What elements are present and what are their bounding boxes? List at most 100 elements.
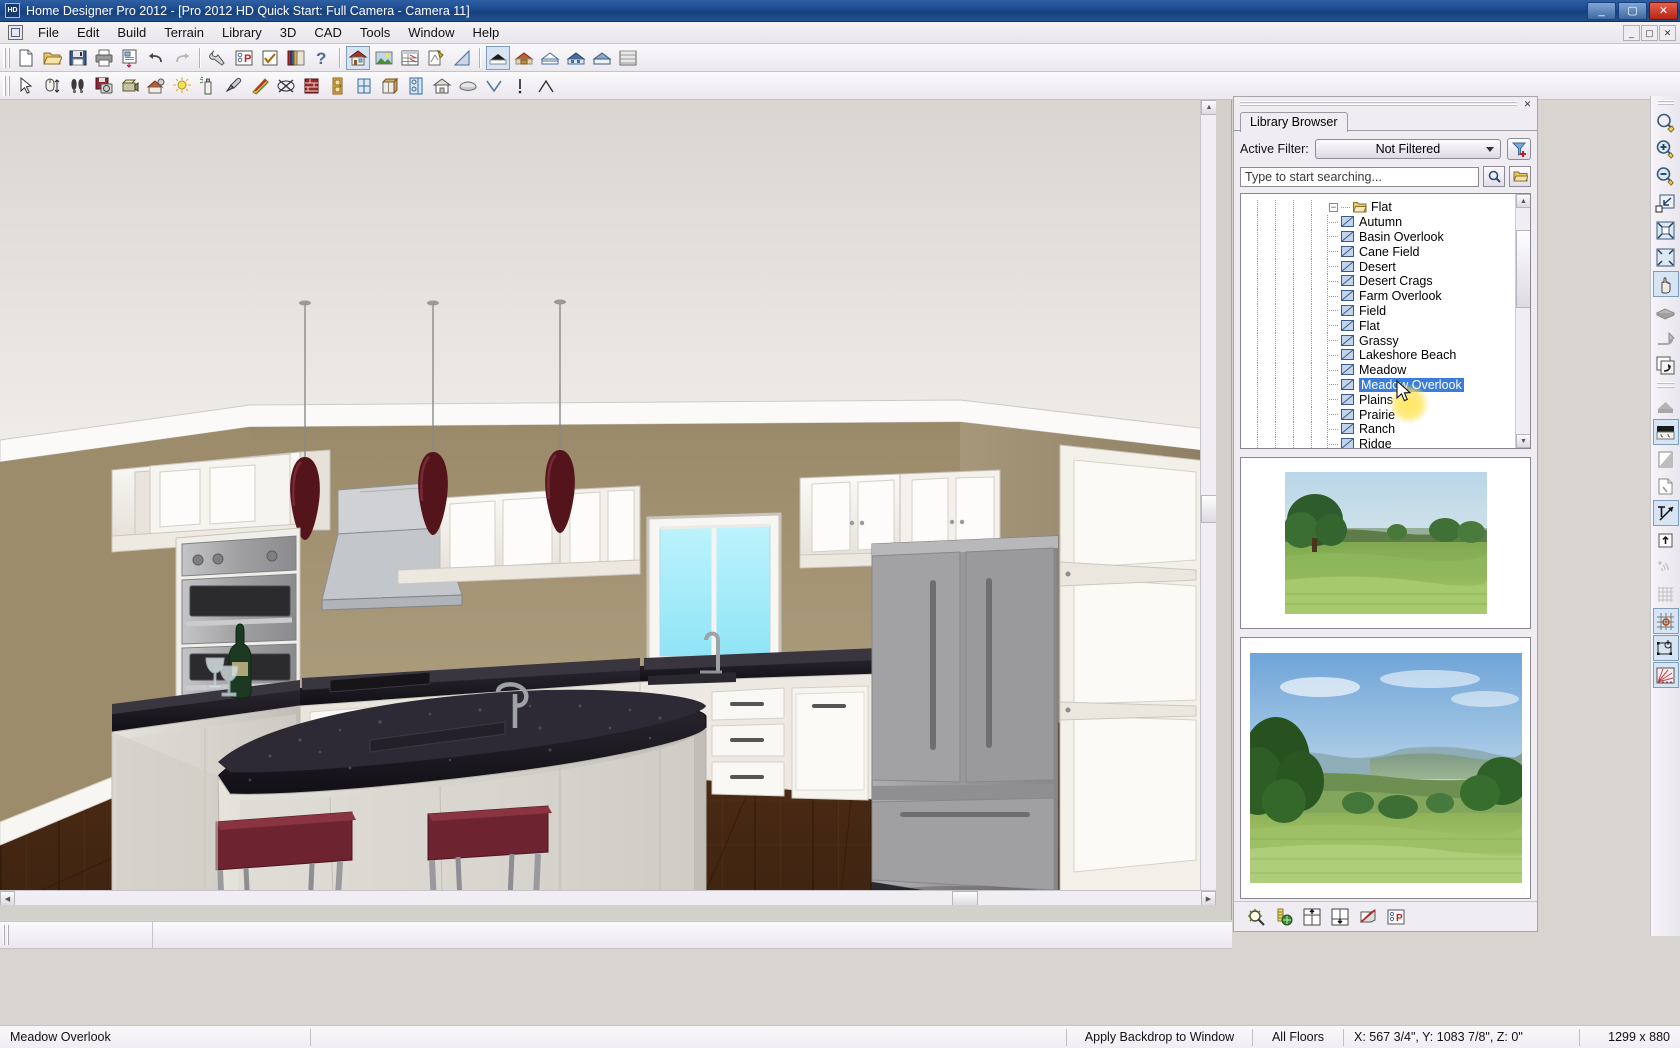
tree-scroll-down-arrow[interactable]: ▼ xyxy=(1516,434,1531,448)
rendering-technique-icon[interactable] xyxy=(118,74,142,98)
roof-plane-icon[interactable] xyxy=(482,74,506,98)
tree-item-meadow-overlook[interactable]: Meadow Overlook xyxy=(1241,378,1515,393)
tree-scroll-thumb[interactable] xyxy=(1516,230,1531,308)
adjust-sun-icon[interactable] xyxy=(144,74,168,98)
cabinet-tool-icon[interactable] xyxy=(378,74,402,98)
view-toolbar-grip[interactable] xyxy=(1658,100,1674,106)
open-plan-icon[interactable] xyxy=(40,46,64,70)
deck-tool-icon[interactable] xyxy=(456,74,480,98)
library-tree[interactable]: − Flat Autumn xyxy=(1240,193,1531,449)
tree-vertical-scrollbar[interactable]: ▲ ▼ xyxy=(1515,194,1530,448)
tree-item-flat[interactable]: Flat xyxy=(1241,318,1515,333)
material-eyedropper-icon[interactable] xyxy=(222,74,246,98)
fill-window-building-icon[interactable] xyxy=(1653,217,1679,243)
print-preview-icon[interactable] xyxy=(118,46,142,70)
open-folder-icon[interactable] xyxy=(1509,166,1531,187)
scroll-up-arrow[interactable]: ▲ xyxy=(1201,100,1216,115)
menu-item-library[interactable]: Library xyxy=(213,23,271,42)
save-plan-icon[interactable] xyxy=(66,46,90,70)
search-icon[interactable] xyxy=(1483,166,1505,187)
tree-item-grassy[interactable]: Grassy xyxy=(1241,333,1515,348)
menu-item-3d[interactable]: 3D xyxy=(271,23,306,42)
edit-bar-grip[interactable] xyxy=(3,925,10,945)
menu-item-window[interactable]: Window xyxy=(399,23,463,42)
swap-floor-icon[interactable] xyxy=(1653,352,1679,378)
library-search-icon[interactable] xyxy=(1244,906,1268,928)
perspective-view-icon[interactable] xyxy=(372,46,396,70)
door-tool-icon[interactable] xyxy=(326,74,350,98)
tree-item-basin-overlook[interactable]: Basin Overlook xyxy=(1241,230,1515,245)
tree-item-ridge[interactable]: Ridge xyxy=(1241,437,1515,449)
fixture-tool-icon[interactable] xyxy=(404,74,428,98)
menu-item-file[interactable]: File xyxy=(29,23,68,42)
spray-material-icon[interactable] xyxy=(196,74,220,98)
roof-shed-icon[interactable] xyxy=(538,46,562,70)
library-panel-grip[interactable] xyxy=(1240,101,1517,107)
add-filter-icon[interactable] xyxy=(1507,138,1531,160)
menu-item-edit[interactable]: Edit xyxy=(68,23,108,42)
document-close-button[interactable]: ✕ xyxy=(1659,25,1676,41)
polyline-icon[interactable] xyxy=(534,74,558,98)
roof-dutch-icon[interactable] xyxy=(590,46,614,70)
material-list-icon[interactable] xyxy=(398,46,422,70)
window-tool-icon[interactable] xyxy=(352,74,376,98)
preferences-icon[interactable] xyxy=(206,46,230,70)
paint-roller-icon[interactable] xyxy=(248,74,272,98)
elevation-icon[interactable] xyxy=(450,46,474,70)
menu-item-help[interactable]: Help xyxy=(463,23,508,42)
edit-toolbar-grip[interactable] xyxy=(3,76,10,96)
roof-gable-icon[interactable] xyxy=(486,46,510,70)
pan-window-icon[interactable] xyxy=(1653,271,1679,297)
toolbar-grip[interactable] xyxy=(3,48,10,68)
viewport-horizontal-scrollbar[interactable]: ◀ ▶ xyxy=(0,890,1216,905)
active-filter-dropdown[interactable]: Not Filtered xyxy=(1315,139,1501,159)
arrow-up-icon[interactable] xyxy=(1653,527,1679,553)
tree-item-cane-field[interactable]: Cane Field xyxy=(1241,244,1515,259)
roof-hip-icon[interactable] xyxy=(512,46,536,70)
new-plan-icon[interactable] xyxy=(14,46,38,70)
library-browser-icon[interactable] xyxy=(284,46,308,70)
tree-item-lakeshore-beach[interactable]: Lakeshore Beach xyxy=(1241,348,1515,363)
roof-mansard-icon[interactable] xyxy=(616,46,640,70)
library-panel-titlebar[interactable]: ✕ xyxy=(1234,97,1537,111)
zoom-window-icon[interactable] xyxy=(1653,109,1679,135)
zoom-out-icon[interactable] xyxy=(1653,163,1679,189)
library-export-icon[interactable] xyxy=(1328,906,1352,928)
scroll-right-arrow[interactable]: ▶ xyxy=(1201,891,1216,905)
search-input[interactable] xyxy=(1240,167,1479,187)
tab-library-browser[interactable]: Library Browser xyxy=(1240,112,1348,132)
menu-item-terrain[interactable]: Terrain xyxy=(155,23,213,42)
menu-item-build[interactable]: Build xyxy=(108,23,155,42)
library-import-icon[interactable] xyxy=(1300,906,1324,928)
vertical-scroll-thumb[interactable] xyxy=(1201,495,1216,523)
horizontal-scroll-thumb[interactable] xyxy=(952,891,978,905)
snap-grid-icon[interactable] xyxy=(1653,608,1679,634)
roof-gambrel-icon[interactable] xyxy=(564,46,588,70)
library-hide-icon[interactable] xyxy=(1356,906,1380,928)
tree-item-desert-crags[interactable]: Desert Crags xyxy=(1241,274,1515,289)
maximize-button[interactable]: ▢ xyxy=(1618,2,1647,20)
viewport-vertical-scrollbar[interactable]: ▲ ▼ xyxy=(1200,100,1216,905)
scroll-left-arrow[interactable]: ◀ xyxy=(0,891,15,905)
walkthrough-icon[interactable] xyxy=(66,74,90,98)
check-plan-icon[interactable] xyxy=(258,46,282,70)
document-minimize-button[interactable]: _ xyxy=(1623,25,1640,41)
text-line-leader-icon[interactable] xyxy=(1653,500,1679,526)
save-camera-icon[interactable] xyxy=(92,74,116,98)
document-restore-button[interactable]: ▢ xyxy=(1641,25,1658,41)
zoom-extents-icon[interactable] xyxy=(1653,244,1679,270)
floor-plan-view-icon[interactable] xyxy=(346,46,370,70)
tree-item-autumn[interactable]: Autumn xyxy=(1241,215,1515,230)
fill-window-icon[interactable] xyxy=(1653,190,1679,216)
select-objects-icon[interactable] xyxy=(14,74,38,98)
tree-item-prairie[interactable]: Prairie xyxy=(1241,407,1515,422)
minimize-button[interactable]: _ xyxy=(1587,2,1616,20)
zoom-in-icon[interactable] xyxy=(1653,136,1679,162)
menu-item-tools[interactable]: Tools xyxy=(351,23,399,42)
angle-snaps-icon[interactable] xyxy=(1653,662,1679,688)
library-update-icon[interactable] xyxy=(1272,906,1296,928)
room-tool-icon[interactable] xyxy=(430,74,454,98)
tree-item-meadow[interactable]: Meadow xyxy=(1241,363,1515,378)
print-icon[interactable] xyxy=(92,46,116,70)
tree-item-farm-overlook[interactable]: Farm Overlook xyxy=(1241,289,1515,304)
